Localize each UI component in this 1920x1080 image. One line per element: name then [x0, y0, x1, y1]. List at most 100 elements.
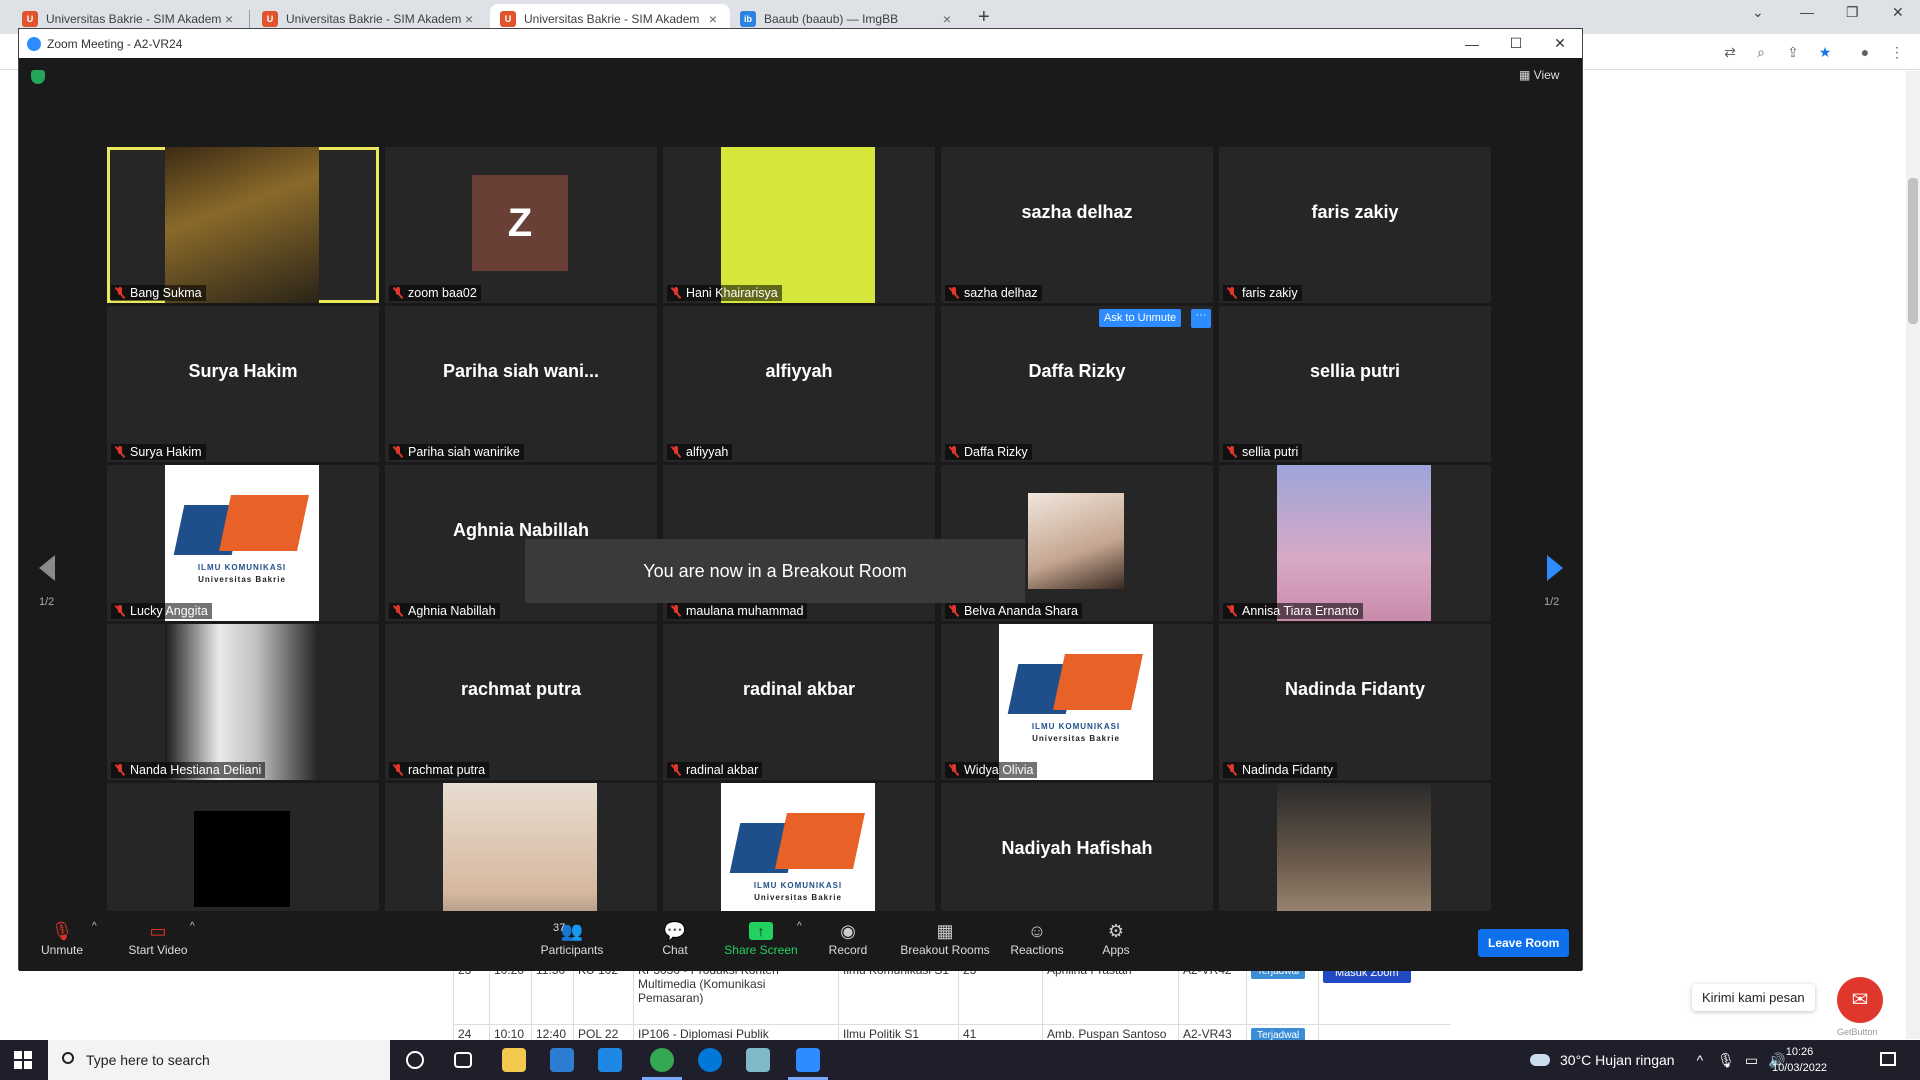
chrome-icon[interactable] [642, 1048, 682, 1080]
file-explorer-icon[interactable] [502, 1048, 526, 1072]
muted-mic-icon [115, 446, 125, 458]
close-icon[interactable]: × [462, 11, 476, 27]
restore-icon[interactable]: ❐ [1846, 4, 1859, 21]
breakout-room-toast: You are now in a Breakout Room [525, 539, 1025, 603]
participant-tile[interactable]: faris zakiy faris zakiy [1219, 147, 1491, 303]
participant-name: radinal akbar [686, 763, 759, 777]
close-window-icon[interactable]: ✕ [1892, 4, 1904, 21]
notification-icon[interactable] [1880, 1052, 1896, 1066]
store-icon[interactable] [550, 1048, 574, 1072]
network-icon[interactable]: ▭ [1745, 1052, 1758, 1069]
weather-text[interactable]: 30°C Hujan ringan [1560, 1052, 1675, 1068]
zoom-logo-icon [27, 36, 41, 51]
participant-tile[interactable]: Nadinda Fidanty Nadinda Fidanty [1219, 624, 1491, 780]
page-scrollbar-thumb[interactable] [1908, 178, 1918, 324]
participant-display-name: Pariha siah wani... [442, 361, 600, 381]
minimize-icon[interactable]: — [1450, 36, 1494, 52]
more-options-icon[interactable]: ··· [1191, 309, 1211, 328]
profile-icon[interactable]: ● [1856, 43, 1874, 61]
muted-mic-icon [949, 287, 959, 299]
participant-tile[interactable]: Nanda Hestiana Deliani [107, 624, 379, 780]
record-button[interactable]: ◉ Record [827, 919, 869, 957]
video-feed [165, 147, 319, 303]
start-video-button[interactable]: ▭ Start Video [123, 919, 193, 957]
participant-tile[interactable]: Hani Khairarisya [663, 147, 935, 303]
participant-tile[interactable]: sazha delhaz sazha delhaz [941, 147, 1213, 303]
close-icon[interactable]: × [706, 11, 720, 27]
view-button[interactable]: ▦ View [1519, 68, 1559, 82]
participant-name: alfiyyah [686, 445, 729, 459]
muted-mic-icon [115, 764, 125, 776]
new-tab-button[interactable]: + [978, 6, 990, 29]
tab-search-icon[interactable]: ⌄ [1752, 4, 1764, 21]
muted-mic-icon [949, 605, 959, 617]
avatar: Z [472, 175, 568, 271]
zoom-app-icon[interactable] [788, 1048, 828, 1080]
chat-button[interactable]: 💬 Chat [655, 919, 695, 957]
participant-tile[interactable]: rachmat putra rachmat putra [385, 624, 657, 780]
next-page-arrow-icon[interactable] [1547, 555, 1563, 581]
share-options-caret-icon[interactable]: ^ [797, 921, 802, 932]
participant-tile[interactable]: ILMU KOMUNIKASI Universitas Bakrie Widya O… [941, 624, 1213, 780]
participant-display-name: Aghnia Nabillah [452, 520, 589, 540]
task-view-icon[interactable] [454, 1052, 472, 1068]
participant-tile[interactable]: radinal akbar radinal akbar [663, 624, 935, 780]
participant-tile[interactable]: ILMU KOMUNIKASI Universitas Bakrie Lucky A… [107, 465, 379, 621]
participant-tile[interactable]: Annisa Tiara Ernanto [1219, 465, 1491, 621]
close-icon[interactable]: ✕ [1538, 35, 1582, 52]
participant-tile[interactable]: Zzoom baa02 [385, 147, 657, 303]
notepad-icon[interactable] [746, 1048, 770, 1072]
translate-icon[interactable]: ⇄ [1721, 43, 1739, 61]
minimize-icon[interactable]: — [1800, 4, 1814, 20]
bookmark-star-icon[interactable]: ★ [1816, 43, 1834, 61]
muted-mic-icon [671, 764, 681, 776]
participant-display-name: faris zakiy [1311, 202, 1399, 222]
leave-room-button[interactable]: Leave Room [1478, 929, 1570, 957]
taskbar-search-input[interactable]: Type here to search [48, 1040, 390, 1080]
microphone-icon[interactable]: 🎙 [1717, 1052, 1735, 1069]
menu-kebab-icon[interactable]: ⋮ [1888, 43, 1906, 61]
chevron-up-icon[interactable]: ^ [1697, 1052, 1704, 1068]
participant-tile[interactable]: Bang Sukma [107, 147, 379, 303]
security-shield-icon[interactable] [31, 70, 45, 84]
audio-options-caret-icon[interactable]: ^ [92, 921, 97, 932]
participant-tile[interactable]: alfiyyah alfiyyah [663, 306, 935, 462]
participant-name-label: Hani Khairarisya [667, 285, 782, 301]
share-screen-button[interactable]: ↑ Share Screen [723, 919, 799, 957]
cortana-icon[interactable] [406, 1051, 424, 1069]
breakout-rooms-button[interactable]: ▦ Breakout Rooms [899, 919, 991, 957]
windows-start-icon[interactable] [14, 1051, 32, 1069]
participant-name-label: sazha delhaz [945, 285, 1042, 301]
mail-icon[interactable] [598, 1048, 622, 1072]
participant-name-label: Pariha siah wanirike [389, 444, 524, 460]
participant-tile[interactable]: Surya Hakim Surya Hakim [107, 306, 379, 462]
windows-taskbar: Type here to search 30°C Hujan ringan ^ … [0, 1040, 1920, 1080]
participant-name: faris zakiy [1242, 286, 1298, 300]
participant-name-label: faris zakiy [1223, 285, 1302, 301]
participant-tile[interactable]: Daffa Rizky Ask to Unmute ··· Daffa Rizky [941, 306, 1213, 462]
reactions-button[interactable]: ☺ Reactions [1009, 919, 1065, 957]
ask-to-unmute-button[interactable]: Ask to Unmute [1099, 309, 1182, 327]
close-icon[interactable]: × [222, 11, 236, 27]
unmute-button[interactable]: 🎙 Unmute [37, 919, 87, 957]
start-video-label: Start Video [128, 943, 188, 957]
apps-button[interactable]: ⚙ Apps [1099, 919, 1133, 957]
apps-icon: ⚙ [1107, 921, 1125, 941]
participant-tile[interactable]: sellia putri sellia putri [1219, 306, 1491, 462]
taskbar-clock[interactable]: 10:26 10/03/2022 [1772, 1044, 1827, 1076]
previous-page-arrow-icon[interactable] [39, 555, 55, 581]
participant-name-label: Aghnia Nabillah [389, 603, 500, 619]
participants-button[interactable]: 👥 37 Participants [537, 919, 607, 957]
muted-mic-icon [671, 605, 681, 617]
participant-tile[interactable]: Pariha siah wani... Pariha siah wanirike [385, 306, 657, 462]
maximize-icon[interactable]: ☐ [1494, 35, 1538, 52]
zoom-icon[interactable]: ⌕ [1752, 43, 1770, 61]
video-options-caret-icon[interactable]: ^ [190, 921, 195, 932]
share-icon[interactable]: ⇪ [1784, 43, 1802, 61]
close-icon[interactable]: × [940, 11, 954, 27]
teamviewer-icon[interactable] [698, 1048, 722, 1072]
muted-mic-icon [1227, 287, 1237, 299]
chat-widget-button[interactable]: ✉ [1837, 977, 1883, 1023]
participant-name-label: maulana muhammad [667, 603, 808, 619]
chat-prompt[interactable]: Kirimi kami pesan [1692, 984, 1815, 1011]
